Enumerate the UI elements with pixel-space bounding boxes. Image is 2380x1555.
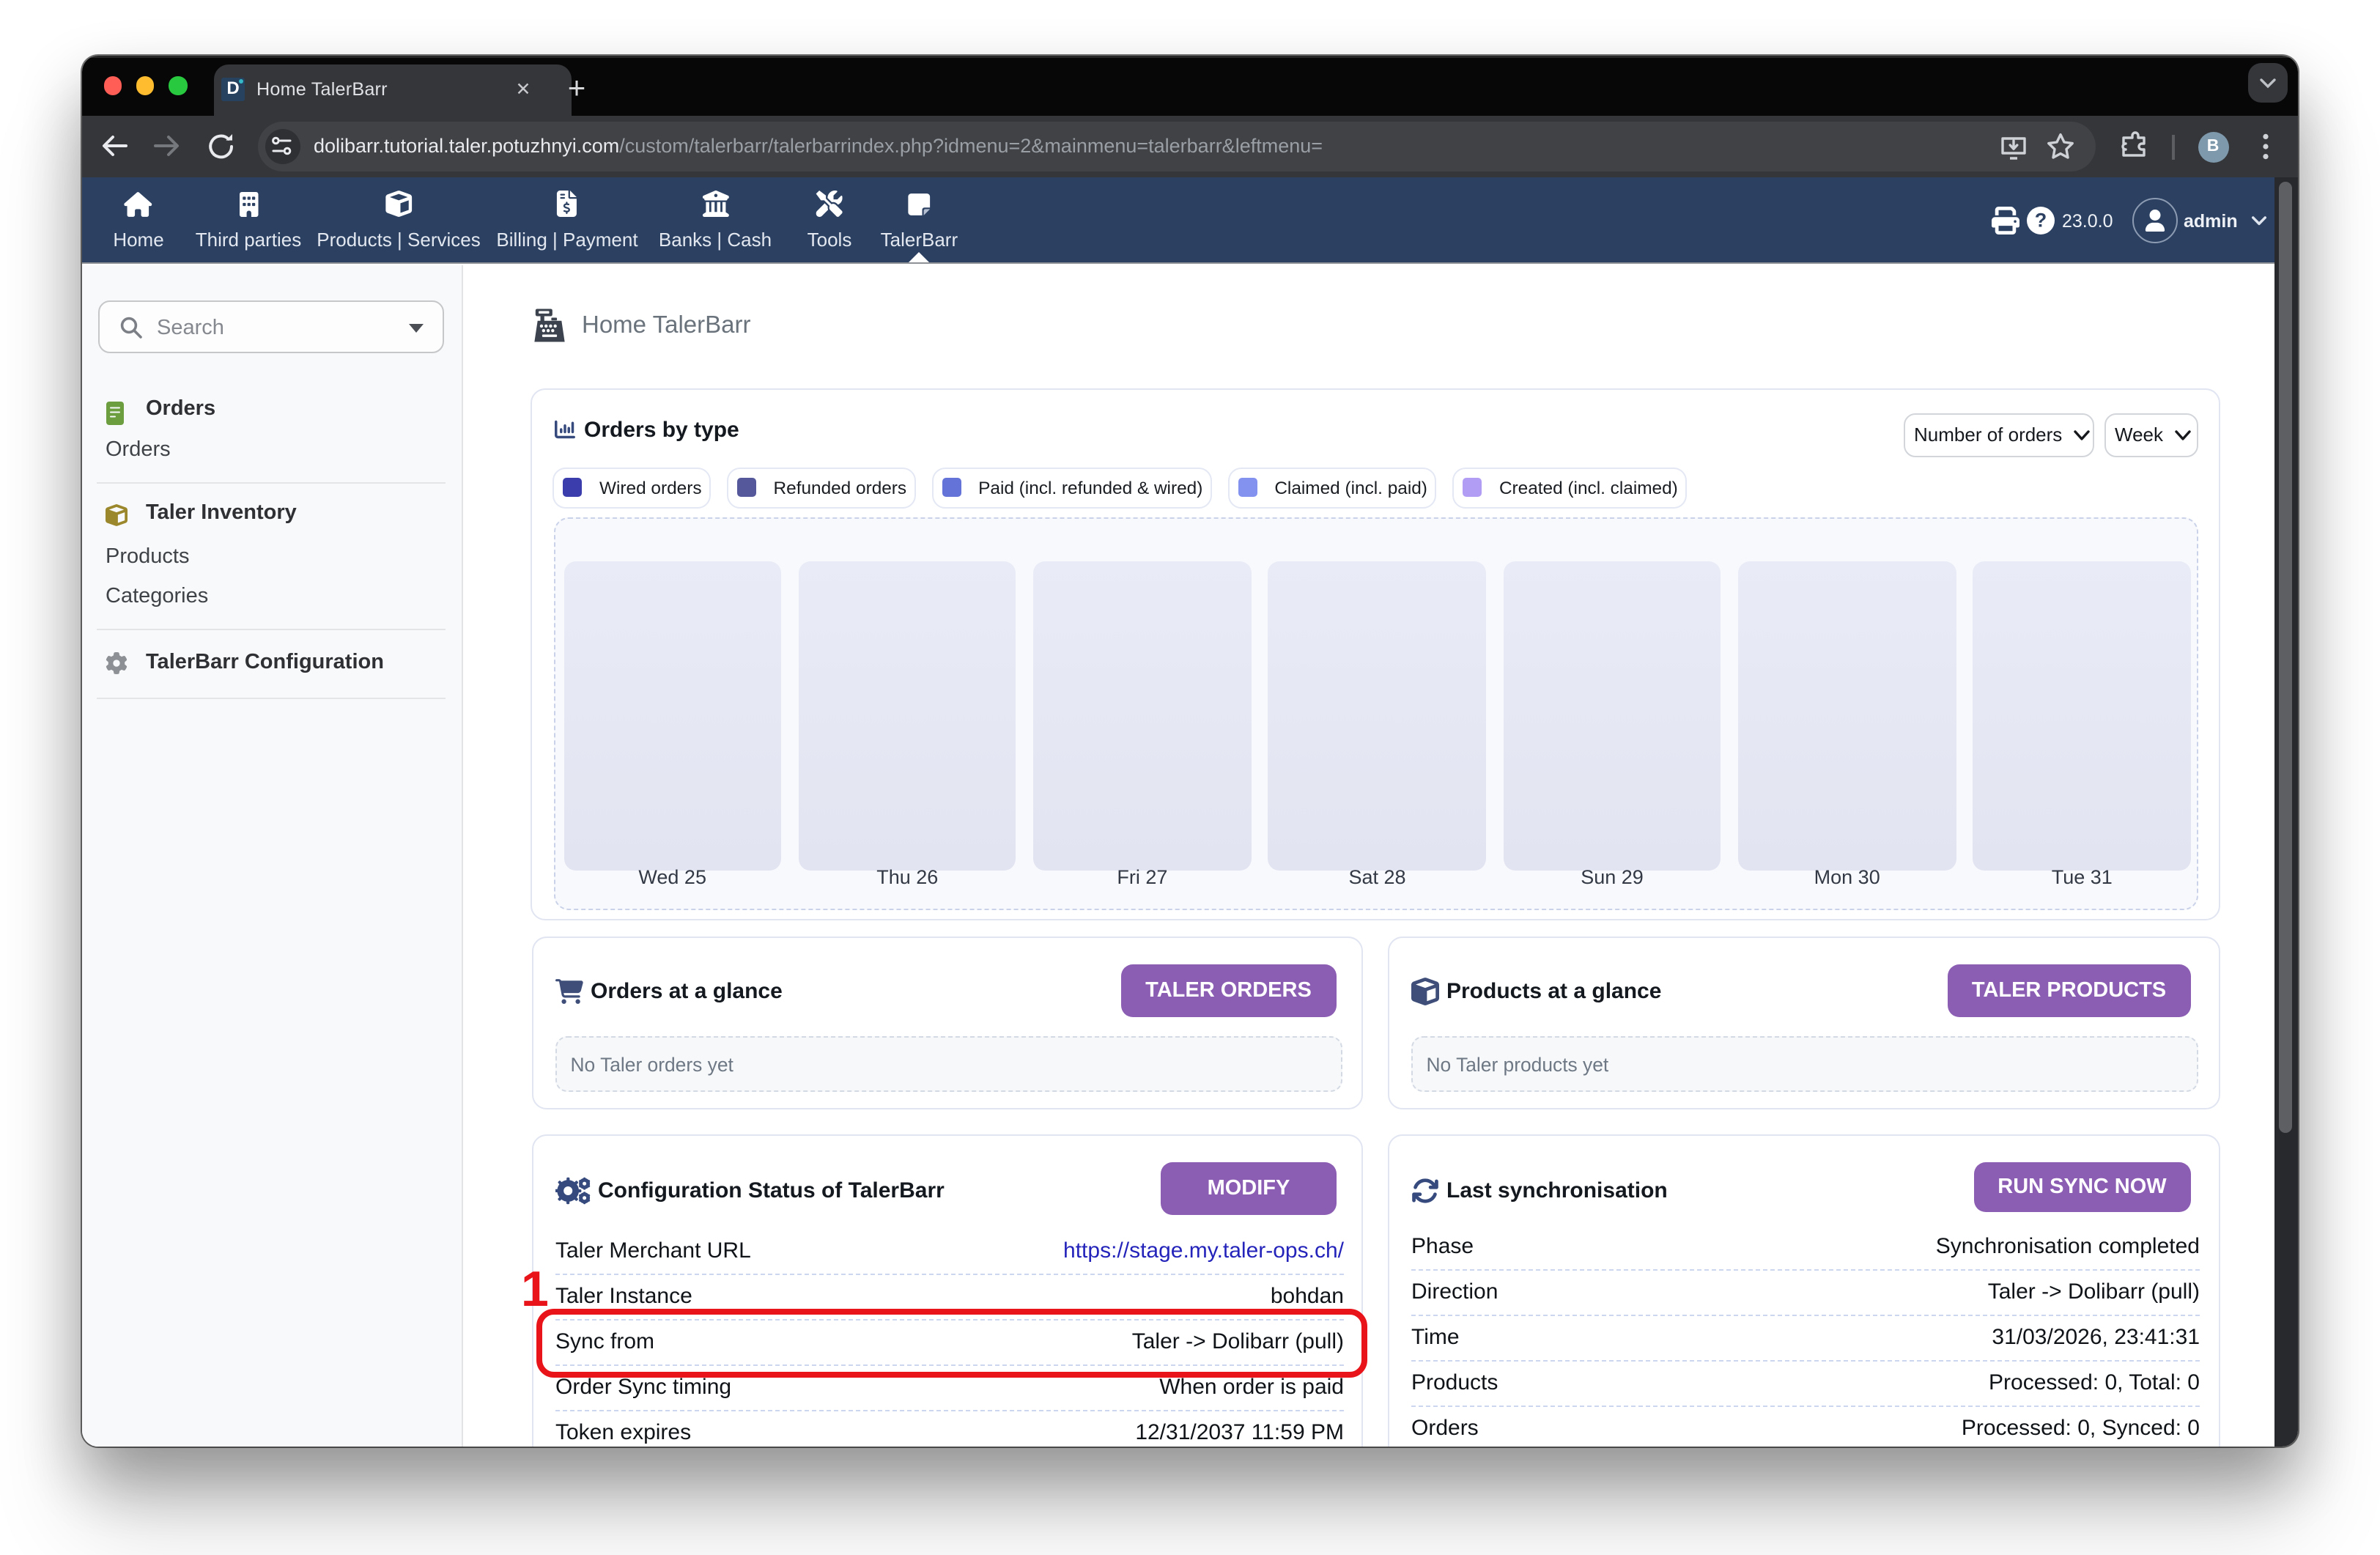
- svg-text:?: ?: [2034, 210, 2047, 232]
